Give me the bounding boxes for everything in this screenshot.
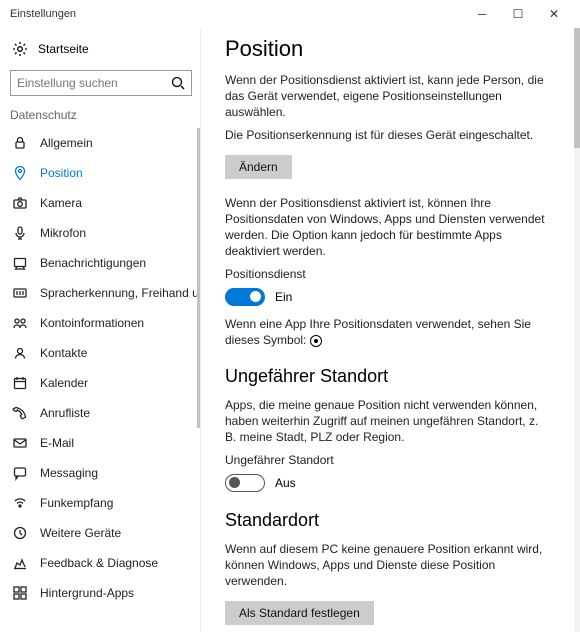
account-icon: [12, 315, 28, 331]
mail-icon: [12, 435, 28, 451]
sidebar-item-feedback[interactable]: Feedback & Diagnose: [8, 548, 200, 578]
sidebar-item-background[interactable]: Hintergrund-Apps: [8, 578, 200, 608]
set-default-button[interactable]: Als Standard festlegen: [225, 601, 374, 625]
sidebar-item-general[interactable]: Allgemein: [8, 128, 200, 158]
sidebar: Startseite Datenschutz Allgemein Positio…: [0, 28, 200, 632]
approx-location-toggle[interactable]: [225, 474, 265, 492]
toggle-state: Ein: [275, 290, 292, 304]
default-heading: Standardort: [225, 510, 550, 531]
approx-label: Ungefährer Standort: [225, 452, 550, 468]
contacts-icon: [12, 345, 28, 361]
close-button[interactable]: ✕: [536, 7, 572, 21]
messaging-icon: [12, 465, 28, 481]
section-header: Datenschutz: [8, 106, 200, 128]
speech-icon: [12, 285, 28, 301]
home-label: Startseite: [38, 42, 89, 56]
sidebar-item-messaging[interactable]: Messaging: [8, 458, 200, 488]
location-icon: [12, 165, 28, 181]
page-title: Position: [225, 36, 550, 62]
maximize-button[interactable]: ☐: [500, 7, 536, 21]
apps-icon: [12, 585, 28, 601]
nav-list: Allgemein Position Kamera Mikrofon Benac…: [8, 128, 200, 632]
sidebar-item-email[interactable]: E-Mail: [8, 428, 200, 458]
window-title: Einstellungen: [10, 8, 76, 20]
location-service-toggle[interactable]: [225, 288, 265, 306]
feedback-icon: [12, 555, 28, 571]
gear-icon: [12, 41, 28, 57]
radio-icon: [12, 495, 28, 511]
default-desc: Wenn auf diesem PC keine genauere Positi…: [225, 541, 550, 590]
sidebar-item-callhistory[interactable]: Anrufliste: [8, 398, 200, 428]
search-icon: [170, 75, 186, 91]
intro-text: Wenn der Positionsdienst aktiviert ist, …: [225, 72, 550, 121]
minimize-button[interactable]: ─: [464, 7, 500, 21]
camera-icon: [12, 195, 28, 211]
symbol-text: Wenn eine App Ihre Positionsdaten verwen…: [225, 316, 550, 348]
phone-icon: [12, 405, 28, 421]
device-status-text: Die Positionserkennung ist für dieses Ge…: [225, 127, 550, 143]
home-link[interactable]: Startseite: [8, 34, 200, 64]
microphone-icon: [12, 225, 28, 241]
sidebar-item-notifications[interactable]: Benachrichtigungen: [8, 248, 200, 278]
notification-icon: [12, 255, 28, 271]
approx-state: Aus: [275, 476, 296, 490]
sidebar-item-radio[interactable]: Funkempfang: [8, 488, 200, 518]
approx-desc: Apps, die meine genaue Position nicht ve…: [225, 397, 550, 446]
lock-icon: [12, 135, 28, 151]
service-label: Positionsdienst: [225, 266, 550, 282]
service-desc: Wenn der Positionsdienst aktiviert ist, …: [225, 195, 550, 260]
sidebar-item-position[interactable]: Position: [8, 158, 200, 188]
devices-icon: [12, 525, 28, 541]
search-input[interactable]: [10, 70, 192, 96]
sidebar-item-calendar[interactable]: Kalender: [8, 368, 200, 398]
sidebar-item-speech[interactable]: Spracherkennung, Freihand und Eingab: [8, 278, 200, 308]
content-scrollbar[interactable]: [574, 28, 580, 632]
titlebar: Einstellungen ─ ☐ ✕: [0, 0, 580, 28]
approx-heading: Ungefährer Standort: [225, 366, 550, 387]
sidebar-item-microphone[interactable]: Mikrofon: [8, 218, 200, 248]
sidebar-item-contacts[interactable]: Kontakte: [8, 338, 200, 368]
content: Position Wenn der Positionsdienst aktivi…: [201, 28, 574, 632]
change-button[interactable]: Ändern: [225, 155, 292, 179]
sidebar-item-account[interactable]: Kontoinformationen: [8, 308, 200, 338]
location-usage-icon: [310, 335, 322, 347]
sidebar-item-devices[interactable]: Weitere Geräte: [8, 518, 200, 548]
sidebar-item-camera[interactable]: Kamera: [8, 188, 200, 218]
calendar-icon: [12, 375, 28, 391]
